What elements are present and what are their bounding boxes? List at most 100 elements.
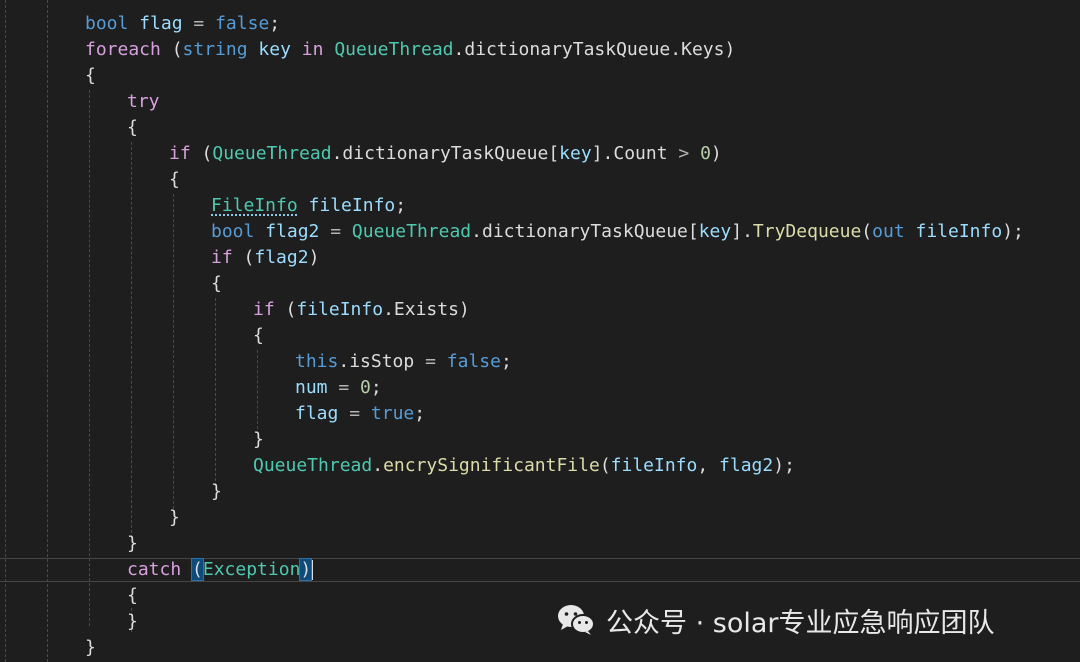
code-token: ) xyxy=(299,558,313,581)
code-token: if xyxy=(211,247,233,268)
code-line[interactable]: if (fileInfo.Exists) xyxy=(253,297,470,323)
code-token: = xyxy=(425,351,436,372)
code-line[interactable]: flag = true; xyxy=(295,401,425,427)
code-token: this xyxy=(295,351,339,372)
code-token: QueueThread xyxy=(351,221,472,242)
code-line[interactable]: if (flag2) xyxy=(211,245,319,271)
code-token: false xyxy=(215,13,270,34)
code-token: flag2 xyxy=(254,247,309,268)
code-token: .dictionaryTaskQueue[ xyxy=(331,143,560,164)
code-token: if xyxy=(169,143,191,164)
code-line[interactable]: } xyxy=(253,427,264,453)
code-line[interactable]: { xyxy=(211,271,222,297)
code-token: num xyxy=(295,377,328,398)
indent-guide xyxy=(257,350,258,434)
code-token: ]. xyxy=(731,221,753,242)
code-line[interactable]: foreach (string key in QueueThread.dicti… xyxy=(85,37,735,63)
code-token: ); xyxy=(773,455,795,476)
code-line[interactable]: try xyxy=(127,89,160,115)
code-line[interactable]: FileInfo fileInfo; xyxy=(211,193,406,219)
code-token: > xyxy=(678,143,690,164)
code-token: ( xyxy=(861,221,873,242)
code-line[interactable]: } xyxy=(211,479,222,505)
code-line[interactable]: { xyxy=(253,323,264,349)
code-line[interactable]: } xyxy=(127,609,138,635)
code-token: flag xyxy=(295,403,339,424)
code-token: fileInfo xyxy=(308,195,396,216)
code-line[interactable]: this.isStop = false; xyxy=(295,349,512,375)
code-token: { xyxy=(127,117,138,138)
code-token: ( xyxy=(160,39,183,60)
code-line[interactable]: num = 0; xyxy=(295,375,382,401)
code-line[interactable]: QueueThread.encrySignificantFile(fileInf… xyxy=(253,453,795,479)
code-line[interactable]: catch (Exception) xyxy=(127,557,314,583)
code-token: flag2 xyxy=(265,221,320,242)
code-token: ; xyxy=(269,13,281,34)
code-line[interactable]: bool flag = false; xyxy=(85,11,280,37)
code-line[interactable]: } xyxy=(169,505,180,531)
code-editor[interactable]: bool flag = false; foreach (string key i… xyxy=(0,0,1080,662)
code-token: flag2 xyxy=(719,455,774,476)
code-token: ) xyxy=(710,143,722,164)
code-line[interactable]: { xyxy=(169,167,180,193)
code-token: QueueThread xyxy=(253,455,373,476)
code-token: } xyxy=(211,481,222,502)
code-token: true xyxy=(370,403,415,424)
code-token: ; xyxy=(500,351,512,372)
indent-guide xyxy=(47,0,48,662)
code-line[interactable]: { xyxy=(85,63,96,89)
code-token: key xyxy=(258,39,291,60)
code-token: ( xyxy=(190,143,213,164)
code-line[interactable]: { xyxy=(127,115,138,141)
code-line[interactable]: if (QueueThread.dictionaryTaskQueue[key]… xyxy=(169,141,722,167)
code-token: encrySignificantFile xyxy=(383,455,600,476)
indent-guide xyxy=(173,194,174,514)
code-token: foreach xyxy=(85,39,161,60)
code-token: ( xyxy=(599,455,611,476)
watermark: 公众号 · solar专业应急响应团队 xyxy=(556,598,994,642)
indent-guide xyxy=(89,90,90,626)
code-token: .isStop xyxy=(338,351,426,372)
code-line[interactable]: } xyxy=(127,531,138,557)
code-token: fileInfo xyxy=(610,455,698,476)
code-token: } xyxy=(169,507,180,528)
code-token: ); xyxy=(1002,221,1024,242)
code-token: ( xyxy=(274,299,297,320)
code-token: } xyxy=(253,429,264,450)
wechat-icon xyxy=(558,605,595,635)
code-token: } xyxy=(85,637,96,658)
code-line[interactable]: } xyxy=(85,635,96,661)
code-token: ; xyxy=(370,377,382,398)
code-token: = xyxy=(349,403,361,424)
code-token: { xyxy=(253,325,264,346)
code-token: FileInfo xyxy=(211,195,298,216)
code-token: ( xyxy=(191,558,204,581)
code-line[interactable]: { xyxy=(127,583,138,609)
code-token: 0 xyxy=(360,377,371,398)
code-token: QueueThread xyxy=(334,39,454,60)
code-token: key xyxy=(698,221,732,242)
code-token: QueueThread xyxy=(212,143,332,164)
code-token: fileInfo xyxy=(915,221,1003,242)
code-line[interactable]: bool flag2 = QueueThread.dictionaryTaskQ… xyxy=(211,219,1024,245)
code-token: string xyxy=(182,39,248,60)
code-token: .dictionaryTaskQueue[ xyxy=(471,221,699,242)
code-token: } xyxy=(127,533,138,554)
code-token: = xyxy=(338,377,350,398)
code-token: .Exists) xyxy=(383,299,470,320)
